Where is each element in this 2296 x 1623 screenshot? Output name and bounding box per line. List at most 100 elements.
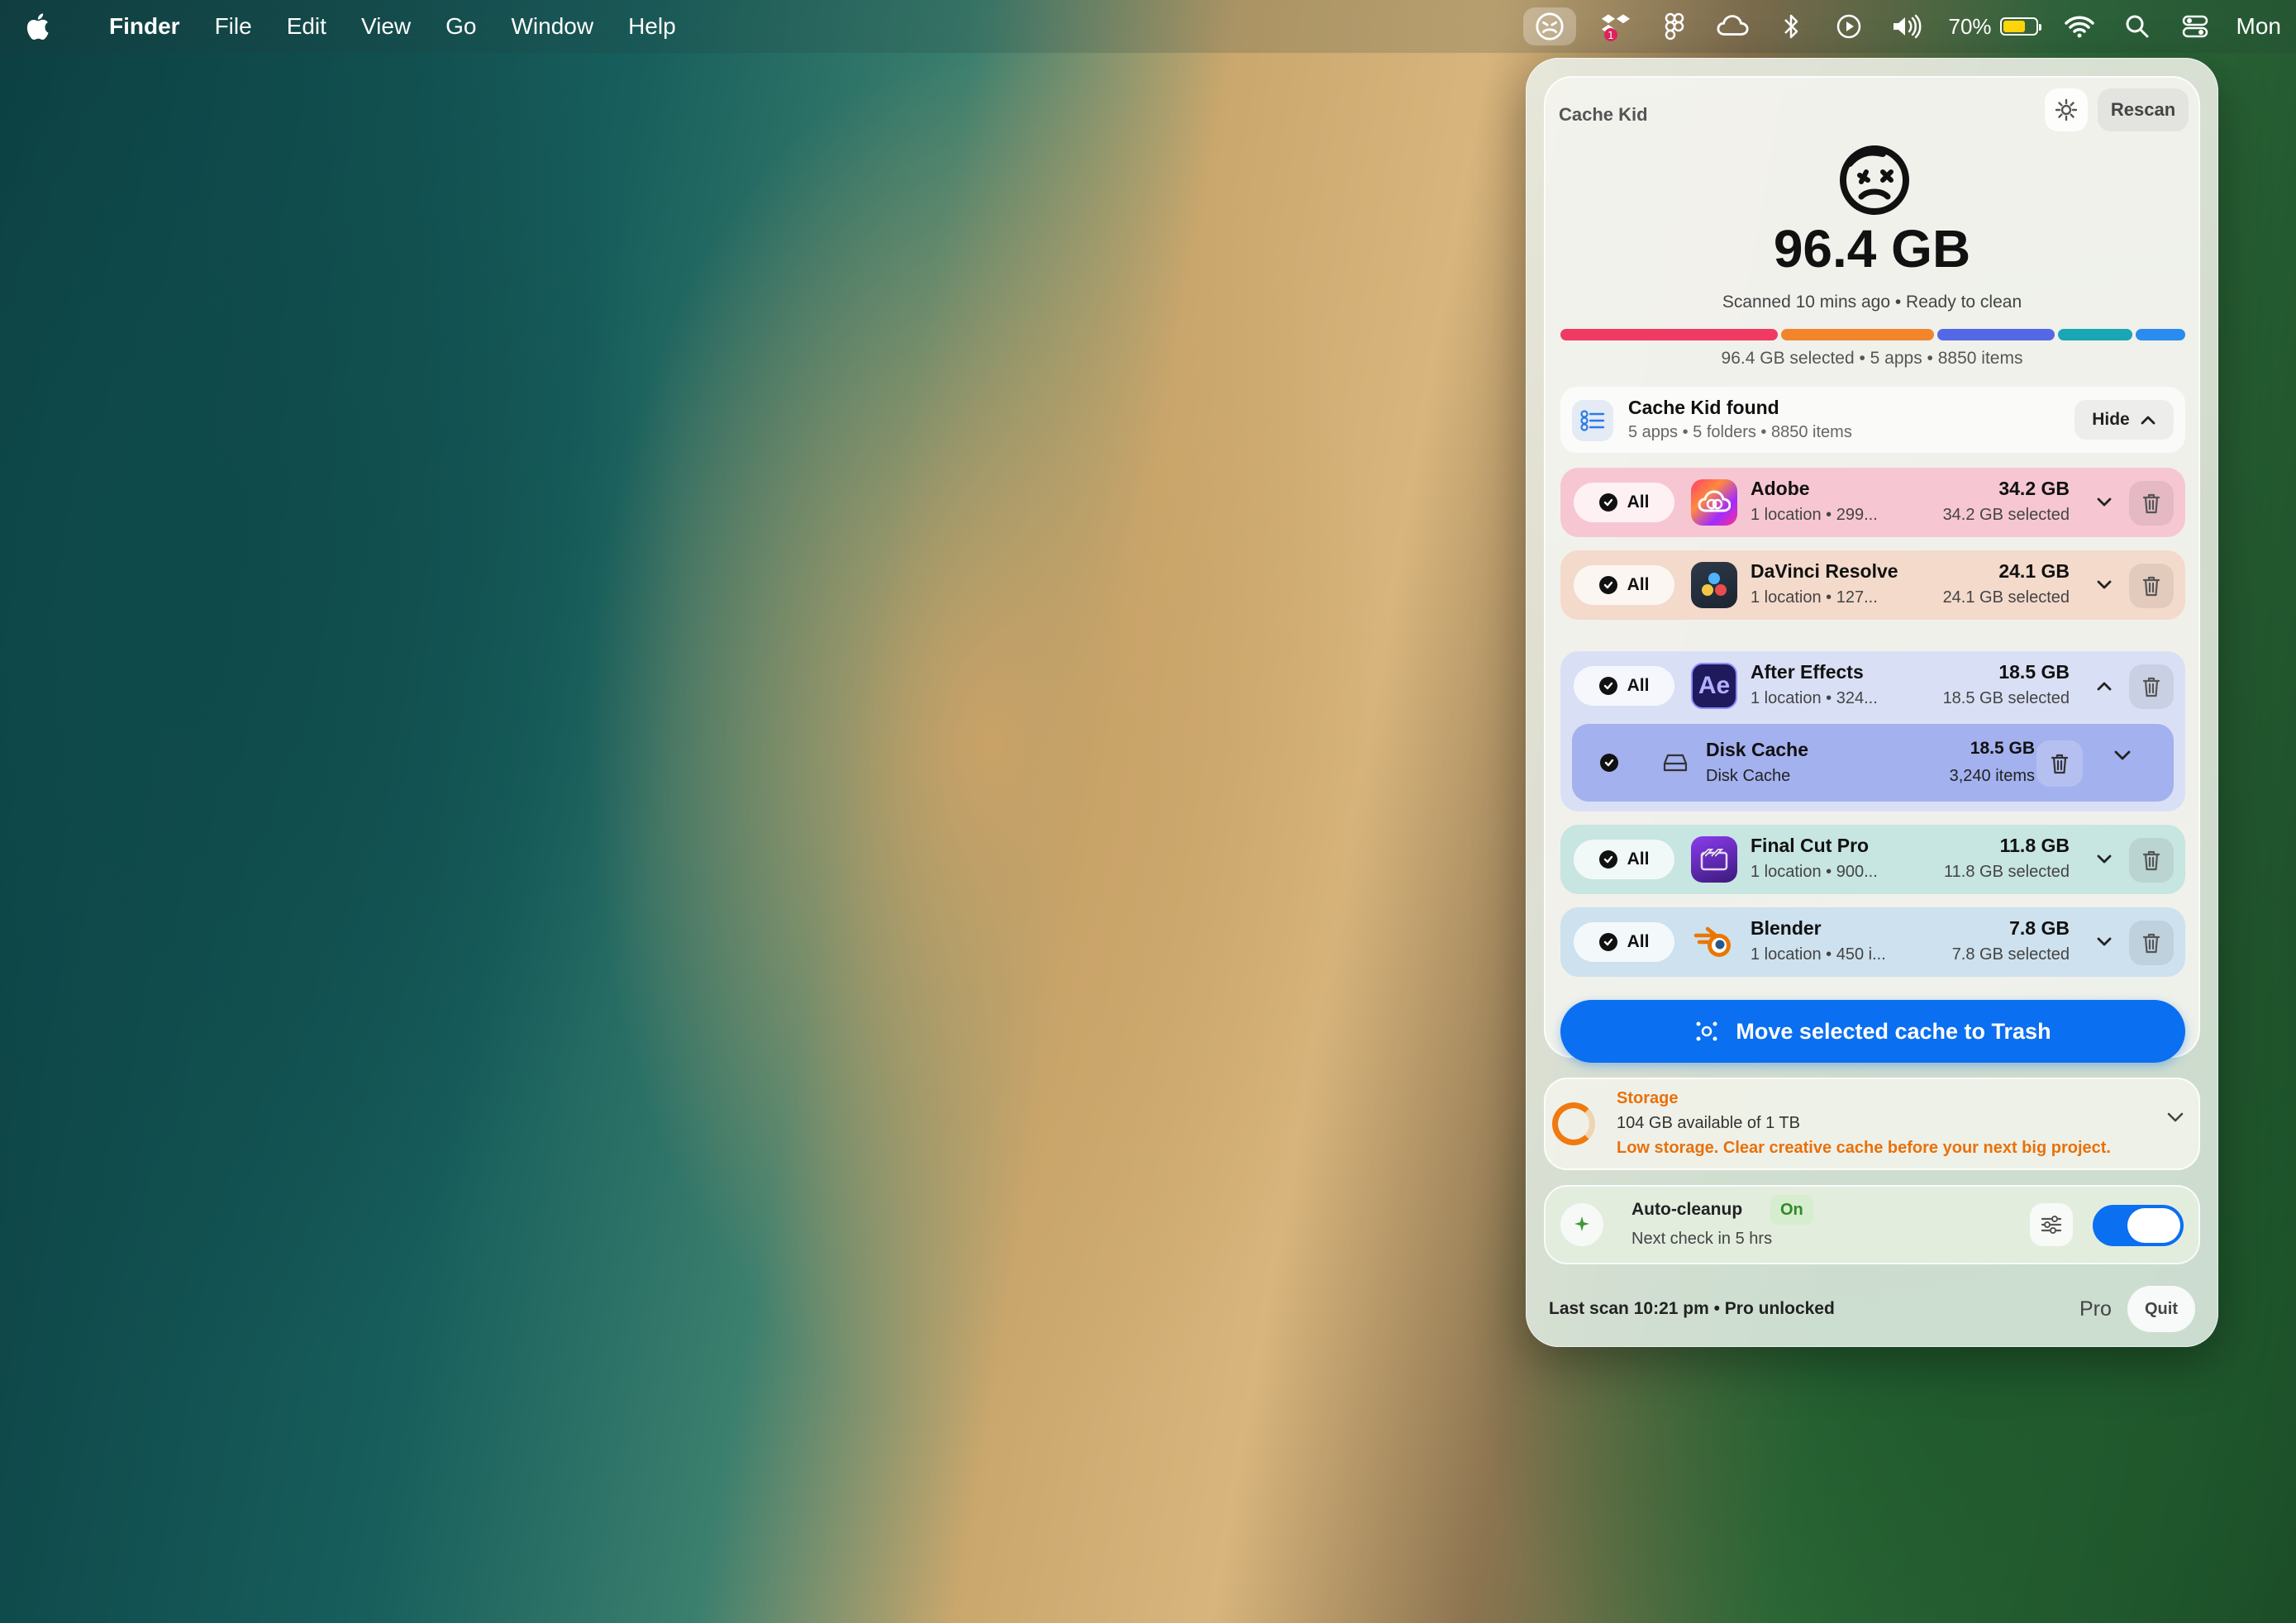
selection-summary: 96.4 GB selected • 5 apps • 8850 items — [1721, 349, 2023, 368]
sparkle-icon — [1560, 1203, 1603, 1246]
menu-go[interactable]: Go — [445, 13, 476, 40]
check-icon — [1598, 933, 1617, 951]
chevron-up-icon[interactable] — [2091, 673, 2117, 699]
trash-icon — [2142, 850, 2160, 871]
storage-ring-icon — [1552, 1102, 1595, 1145]
app-location: 1 location • 127... — [1751, 588, 1878, 607]
menu-file[interactable]: File — [215, 13, 252, 40]
hide-button[interactable]: Hide — [2074, 400, 2174, 440]
auto-cleanup-card: Auto-cleanup On Next check in 5 hrs — [1544, 1185, 2200, 1264]
rescan-button[interactable]: Rescan — [2098, 88, 2189, 131]
menu-app-name[interactable]: Finder — [109, 13, 180, 40]
trash-icon — [2142, 493, 2160, 514]
app-size: 7.8 GB — [2009, 917, 2070, 939]
sad-face-icon — [1840, 145, 1909, 215]
select-all-after-effects[interactable]: All — [1574, 666, 1674, 706]
chevron-down-icon[interactable] — [2091, 489, 2117, 516]
cleanup-settings-button[interactable] — [2030, 1203, 2073, 1246]
battery-status[interactable]: 70% — [1948, 13, 2041, 40]
bar-segment — [1780, 329, 1934, 340]
figma-icon[interactable] — [1659, 10, 1692, 43]
chevron-down-icon[interactable] — [2091, 929, 2117, 955]
trash-icon — [2142, 933, 2160, 954]
app-row-blender[interactable]: All Blender 1 location • 450 i... 7.8 GB… — [1560, 907, 2185, 977]
settings-button[interactable] — [2045, 88, 2088, 131]
trash-button[interactable] — [2036, 740, 2083, 787]
quit-button[interactable]: Quit — [2127, 1286, 2195, 1332]
storage-label: Storage — [1617, 1089, 1679, 1107]
check-icon[interactable] — [1600, 754, 1618, 772]
chevron-down-icon[interactable] — [2091, 846, 2117, 873]
final-cut-pro-icon — [1691, 836, 1737, 883]
app-row-final-cut-pro[interactable]: All Final Cut Pro 1 location • 900... 11… — [1560, 825, 2185, 894]
trash-button[interactable] — [2129, 921, 2174, 965]
cache-kid-menu-icon[interactable] — [1523, 7, 1577, 45]
app-name: After Effects — [1751, 661, 1864, 683]
app-name: Final Cut Pro — [1751, 835, 1870, 856]
svg-text:1: 1 — [1608, 30, 1615, 41]
select-all-adobe[interactable]: All — [1574, 483, 1674, 522]
storage-available: 104 GB available of 1 TB — [1617, 1114, 1800, 1132]
spotlight-search-icon[interactable] — [2121, 10, 2154, 43]
menu-view[interactable]: View — [361, 13, 411, 40]
bar-segment — [2136, 329, 2185, 340]
app-size: 24.1 GB — [1998, 560, 2070, 582]
trash-button[interactable] — [2129, 664, 2174, 709]
found-subtitle: 5 apps • 5 folders • 8850 items — [1628, 423, 1852, 441]
app-location: 1 location • 324... — [1751, 689, 1878, 707]
cache-folder-size: 18.5 GB — [1970, 739, 2035, 758]
app-row-davinci-resolve[interactable]: All DaVinci Resolve 1 location • 127... … — [1560, 550, 2185, 620]
select-all-final-cut[interactable]: All — [1574, 840, 1674, 879]
pro-label: Pro — [2079, 1297, 2112, 1321]
now-playing-icon[interactable] — [1832, 10, 1865, 43]
apple-menu-icon[interactable] — [25, 12, 74, 40]
app-size: 11.8 GB — [1999, 835, 2070, 856]
battery-percent: 70% — [1948, 13, 1992, 39]
auto-cleanup-toggle[interactable] — [2093, 1205, 2184, 1246]
app-selected: 34.2 GB selected — [1942, 506, 2070, 524]
chevron-down-icon[interactable] — [2165, 1111, 2185, 1124]
creative-cloud-icon[interactable] — [1717, 10, 1750, 43]
menu-window[interactable]: Window — [511, 13, 593, 40]
cache-folder-row-disk-cache[interactable]: Disk Cache Disk Cache 18.5 GB 3,240 item… — [1572, 724, 2174, 802]
trash-button[interactable] — [2129, 564, 2174, 608]
select-all-blender[interactable]: All — [1574, 922, 1674, 962]
menu-bar: Finder File Edit View Go Window Help 1 7… — [0, 0, 2296, 53]
bluetooth-icon[interactable] — [1774, 10, 1808, 43]
storage-card[interactable]: Storage 104 GB available of 1 TB Low sto… — [1544, 1078, 2200, 1170]
control-center-icon[interactable] — [2179, 10, 2212, 43]
app-location: 1 location • 900... — [1751, 863, 1878, 881]
bar-segment — [1560, 329, 1778, 340]
battery-fill — [2003, 21, 2026, 32]
trash-button[interactable] — [2129, 838, 2174, 883]
select-all-davinci[interactable]: All — [1574, 565, 1674, 605]
chevron-down-icon[interactable] — [2091, 572, 2117, 598]
app-size: 18.5 GB — [1998, 661, 2070, 683]
status-area: 1 70% Mon — [1523, 0, 2296, 53]
cache-folder-name: Disk Cache — [1706, 739, 1809, 760]
check-icon — [1598, 850, 1617, 869]
volume-icon[interactable] — [1890, 10, 1923, 43]
total-cache-size: 96.4 GB — [1773, 219, 1971, 278]
menu-edit[interactable]: Edit — [287, 13, 326, 40]
menu-clock[interactable]: Mon — [2236, 13, 2281, 40]
last-scan-text: Last scan 10:21 pm • Pro unlocked — [1549, 1299, 1835, 1318]
app-row-adobe[interactable]: All Adobe 1 location • 299... 34.2 GB 34… — [1560, 468, 2185, 537]
chevron-up-icon — [2141, 416, 2155, 425]
dropbox-icon[interactable]: 1 — [1601, 10, 1634, 43]
gear-icon — [2055, 98, 2078, 121]
check-icon — [1598, 576, 1617, 594]
app-selected: 11.8 GB selected — [1944, 863, 2070, 881]
app-name: DaVinci Resolve — [1751, 560, 1898, 582]
cache-size-bar — [1560, 329, 2185, 340]
chevron-down-icon[interactable] — [2113, 749, 2132, 762]
menu-help[interactable]: Help — [628, 13, 676, 40]
cache-kid-popover: Cache Kid Rescan 96.4 GB Scanned 10 mins… — [1526, 58, 2218, 1347]
wifi-icon[interactable] — [2063, 10, 2096, 43]
next-check-text: Next check in 5 hrs — [1631, 1230, 1773, 1248]
trash-button[interactable] — [2129, 481, 2174, 526]
move-to-trash-button[interactable]: Move selected cache to Trash — [1560, 1000, 2185, 1063]
sparkle-icon — [1696, 1021, 1717, 1041]
toggle-knob — [2127, 1208, 2180, 1243]
app-row-after-effects[interactable]: All Ae After Effects 1 location • 324...… — [1560, 651, 2185, 721]
